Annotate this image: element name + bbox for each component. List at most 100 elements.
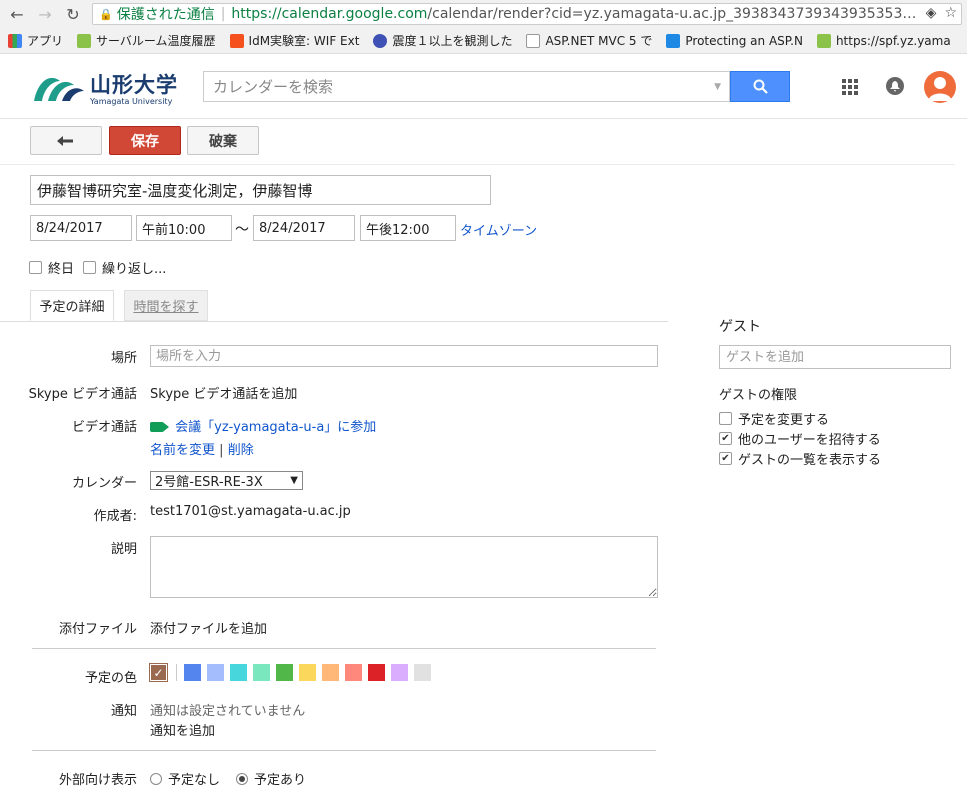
search-input[interactable] [204, 72, 715, 101]
location-field [150, 345, 658, 367]
bookmark-apps[interactable]: アプリ [8, 32, 63, 49]
back-arrow-icon[interactable]: ← [6, 3, 28, 25]
add-guest-input[interactable] [720, 346, 950, 368]
color-swatch[interactable] [207, 664, 224, 681]
secure-label: 保護された通信 [116, 7, 215, 23]
add-notification-link[interactable]: 通知を追加 [150, 720, 215, 739]
apps-grid-icon[interactable] [842, 79, 858, 95]
all-day-option[interactable]: 終日 [29, 258, 74, 277]
bookmark-item[interactable]: IdM実験室: WIF Ext [229, 32, 359, 49]
bookmark-item[interactable]: サーバルーム温度履歴 [77, 32, 216, 49]
bookmark-item[interactable]: 震度１以上を観測した [373, 32, 512, 49]
color-swatch[interactable] [253, 664, 270, 681]
divider [0, 164, 955, 165]
perm-modify-option[interactable]: 予定を変更する [719, 409, 829, 428]
add-attachment-link[interactable]: 添付ファイルを追加 [150, 618, 267, 637]
color-swatch-selected[interactable]: ✓ [149, 663, 168, 682]
perm-modify-checkbox[interactable] [719, 412, 732, 425]
search-options-icon[interactable]: ▼ [714, 82, 721, 92]
creator-label: 作成者: [93, 509, 137, 524]
save-button[interactable]: 保存 [109, 126, 181, 155]
description-textarea[interactable] [151, 537, 657, 597]
delete-link[interactable]: 削除 [228, 443, 254, 458]
location-input[interactable] [151, 346, 657, 366]
perm-invite-label: 他のユーザーを招待する [738, 433, 881, 448]
color-swatch[interactable] [276, 664, 293, 681]
perm-see-guests-label: ゲストの一覧を表示する [738, 453, 882, 468]
search-icon [753, 79, 768, 94]
color-swatch[interactable] [299, 664, 316, 681]
guests-title: ゲスト [719, 319, 761, 335]
perm-invite-checkbox[interactable] [719, 432, 732, 445]
calendar-label: カレンダー [71, 476, 137, 491]
timezone-link[interactable]: タイムゾーン [460, 220, 537, 239]
user-icon [928, 77, 952, 101]
skype-label: Skype ビデオ通話 [28, 387, 137, 402]
color-divider [176, 664, 177, 681]
dropdown-arrow-icon: ▼ [290, 475, 298, 486]
visibility-busy-option[interactable]: 予定あり [236, 769, 306, 788]
bookmark-item[interactable]: Protecting an ASP.N [666, 33, 803, 48]
forward-arrow-icon[interactable]: → [34, 3, 56, 25]
end-time-field[interactable]: 午後12:00 [360, 215, 456, 241]
rename-link[interactable]: 名前を変更 [150, 443, 215, 458]
leaf-icon [77, 33, 92, 48]
visibility-free-radio[interactable] [150, 773, 162, 785]
repeat-checkbox[interactable] [83, 261, 96, 274]
video-call-join[interactable]: 会議「yz-yamagata-u-a」に参加 [150, 416, 376, 435]
visibility-free-option[interactable]: 予定なし [150, 769, 220, 788]
start-date-field[interactable]: 8/24/2017 [30, 215, 132, 241]
visibility-busy-label: 予定あり [254, 773, 307, 788]
color-swatch[interactable] [184, 664, 201, 681]
all-day-label: 終日 [48, 262, 75, 277]
divider [32, 750, 656, 751]
perm-see-guests-checkbox[interactable] [719, 452, 732, 465]
visibility-busy-radio[interactable] [236, 773, 248, 785]
color-swatch[interactable] [230, 664, 247, 681]
extension-icon[interactable]: ◈ [926, 5, 937, 21]
end-date-field[interactable]: 8/24/2017 [253, 215, 355, 241]
globe-icon [373, 33, 388, 48]
calendar-select[interactable]: 2号館-ESR-RE-3X ▼ [150, 471, 303, 490]
creator-value: test1701@st.yamagata-u.ac.jp [150, 504, 351, 519]
reload-icon[interactable]: ↻ [62, 3, 84, 25]
repeat-option[interactable]: 繰り返し... [83, 258, 166, 277]
apps-grid-icon [8, 33, 22, 48]
tab-find-time[interactable]: 時間を探す [124, 290, 208, 321]
description-field [150, 536, 658, 598]
search-button[interactable] [730, 71, 790, 102]
url-host: https://calendar.google.com [231, 6, 428, 22]
bookmark-item[interactable]: ASP.NET MVC 5 で [526, 32, 652, 49]
perm-see-guests-option[interactable]: ゲストの一覧を表示する [719, 449, 881, 468]
add-skype-link[interactable]: Skype ビデオ通話を追加 [150, 383, 297, 402]
color-swatch[interactable] [345, 664, 362, 681]
start-time-field[interactable]: 午前10:00 [136, 215, 232, 241]
color-swatch[interactable] [391, 664, 408, 681]
guest-permissions-title: ゲストの権限 [719, 388, 798, 403]
join-meeting-link[interactable]: 会議「yz-yamagata-u-a」に参加 [175, 420, 376, 435]
bookmark-item[interactable]: https://spf.yz.yama [816, 33, 951, 48]
bookmark-label: Protecting an ASP.N [685, 33, 803, 48]
date-range-separator: ～ [235, 222, 249, 238]
bookmarks-bar: アプリ サーバルーム温度履歴 IdM実験室: WIF Ext 震度１以上を観測し… [0, 28, 967, 54]
address-bar[interactable]: 🔒 保護された通信 | https://calendar.google.com … [92, 3, 962, 25]
back-arrow-icon [57, 135, 73, 146]
color-swatch[interactable] [414, 664, 431, 681]
notification-label: 通知 [110, 704, 137, 719]
back-button[interactable] [30, 126, 102, 155]
tab-event-details[interactable]: 予定の詳細 [30, 290, 114, 321]
address-separator: | [220, 6, 226, 22]
event-title-input[interactable]: 伊藤智博研究室-温度変化測定，伊藤智博 [30, 175, 491, 205]
perm-invite-option[interactable]: 他のユーザーを招待する [719, 429, 881, 448]
color-swatch[interactable] [322, 664, 339, 681]
notifications-bell-icon[interactable] [886, 77, 904, 95]
leaf-icon [816, 33, 831, 48]
bookmark-label: ASP.NET MVC 5 で [545, 34, 653, 48]
bookmark-star-icon[interactable]: ☆ [944, 5, 957, 21]
video-call-label: ビデオ通話 [71, 420, 137, 435]
avatar[interactable] [924, 71, 956, 103]
university-logo[interactable]: 山形大学 Yamagata University [30, 67, 178, 107]
all-day-checkbox[interactable] [29, 261, 42, 274]
discard-button[interactable]: 破棄 [187, 126, 259, 155]
color-swatch[interactable] [368, 664, 385, 681]
